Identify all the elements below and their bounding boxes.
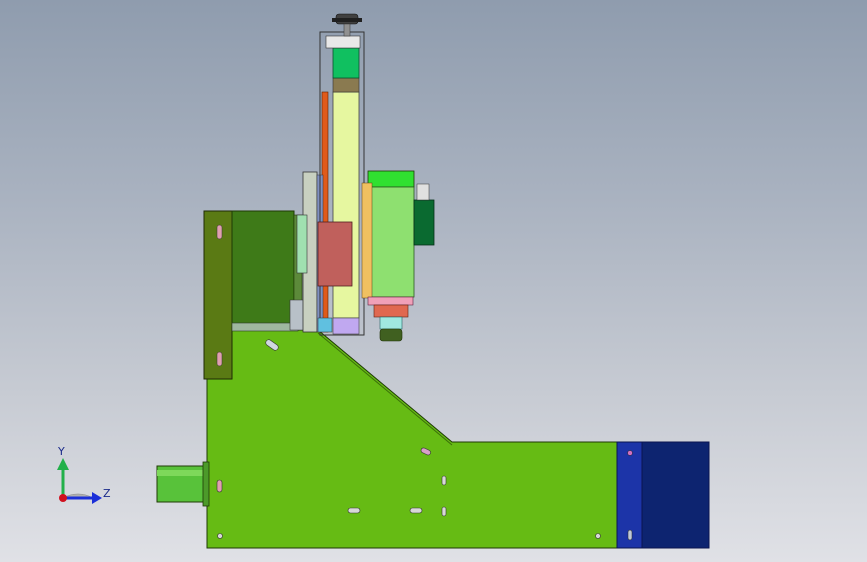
end-block-bolt bbox=[627, 450, 633, 456]
carriage-lower-bearing bbox=[317, 317, 333, 333]
base-plate-hole bbox=[441, 475, 447, 486]
column-end-cap bbox=[332, 317, 360, 335]
carriage-guide-block bbox=[296, 214, 308, 274]
connector-cap bbox=[416, 183, 430, 201]
input-shaft-flange bbox=[202, 461, 210, 507]
spindle-nut bbox=[373, 304, 409, 318]
column-motor[interactable] bbox=[332, 47, 360, 79]
corner-brace bbox=[289, 299, 305, 331]
coordinate-triad: Y Z bbox=[57, 445, 111, 504]
pulley-shaft bbox=[343, 23, 351, 37]
spindle-tool[interactable] bbox=[379, 328, 403, 342]
spindle-collet-ring bbox=[367, 296, 414, 306]
triad-y-arrowhead bbox=[57, 458, 69, 470]
base-plate-slot bbox=[216, 479, 223, 493]
column-top-block bbox=[332, 77, 360, 93]
base-plate-hole bbox=[441, 506, 447, 517]
end-block-body[interactable] bbox=[641, 441, 710, 549]
spindle-top-cap bbox=[367, 170, 415, 188]
triad-x-axis-dot bbox=[59, 494, 67, 502]
base-plate[interactable] bbox=[206, 329, 621, 549]
end-block-slot bbox=[627, 529, 633, 541]
triad-z-arrowhead bbox=[92, 492, 102, 504]
motor-block-base bbox=[231, 322, 299, 332]
base-plate-hole bbox=[217, 533, 223, 539]
pulley-flange bbox=[332, 18, 362, 22]
motor-block[interactable] bbox=[231, 210, 295, 327]
input-shaft-highlight bbox=[157, 470, 205, 476]
column-top-plate bbox=[325, 35, 361, 49]
base-plate-hole bbox=[595, 533, 601, 539]
base-plate-slot bbox=[347, 507, 361, 514]
carriage-block[interactable] bbox=[317, 221, 353, 287]
bracket-slot bbox=[216, 351, 223, 367]
spindle-motor[interactable] bbox=[370, 186, 415, 298]
spindle-collet bbox=[379, 316, 403, 330]
cad-viewport[interactable]: Y Z bbox=[0, 0, 867, 562]
triad-y-label: Y bbox=[57, 445, 65, 458]
triad-z-label: Z bbox=[103, 487, 111, 500]
bracket-slot bbox=[216, 224, 223, 240]
spindle-mount bbox=[361, 182, 373, 299]
base-plate-slot bbox=[409, 507, 423, 514]
spindle-connector[interactable] bbox=[413, 199, 435, 246]
cad-model-canvas[interactable]: Y Z bbox=[0, 0, 867, 562]
